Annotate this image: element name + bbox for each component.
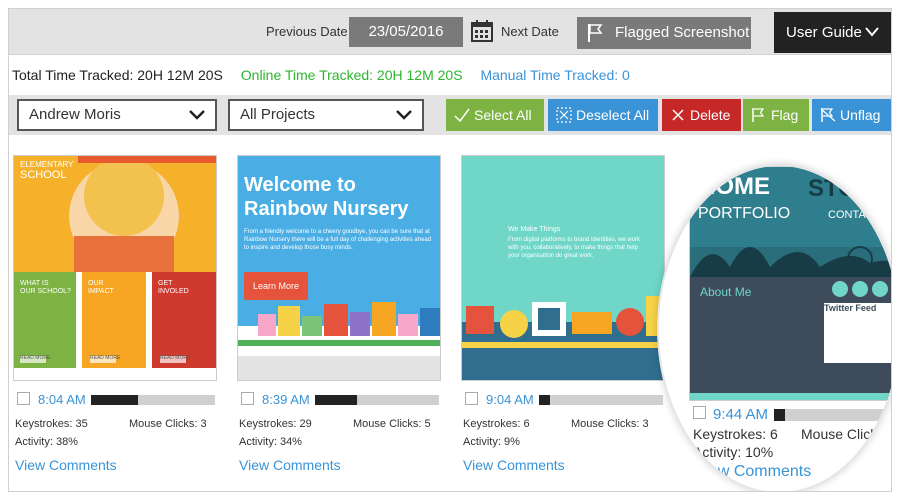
previous-date-link[interactable]: Previous Date — [266, 24, 348, 39]
activity-bar-fill — [539, 395, 551, 405]
keystrokes: Keystrokes: 6 — [463, 418, 530, 430]
screenshot-thumbnail[interactable]: ELEMENTARY SCHOOL WHAT IS OUR SCHOOL? OU… — [13, 155, 217, 381]
thumb-learn-more-button: Learn More — [244, 272, 308, 300]
mouse-clicks: Mouse Clicks: 3 — [129, 418, 207, 430]
screenshot-time: 9:04 AM — [486, 392, 534, 407]
thumb-brand2: SCHOOL — [20, 169, 67, 181]
activity-bar — [539, 395, 663, 405]
activity-bar-fill — [91, 395, 139, 405]
screenshot-thumbnail[interactable]: HOME STORE PORTFOLIO CONTACT About Me Tw… — [689, 166, 891, 401]
mouse-clicks: Mouse Clicks: 3 — [571, 418, 649, 430]
activity-percent: Activity: 10% — [693, 444, 774, 460]
deselect-all-label: Deselect All — [576, 107, 650, 123]
activity-bar — [91, 395, 215, 405]
screenshot-thumbnail[interactable]: We Make Things From digital platforms to… — [461, 155, 665, 381]
flag-icon — [752, 108, 765, 122]
chevron-down-icon — [189, 110, 205, 120]
user-guide-button[interactable]: User Guide — [774, 12, 891, 53]
thumb-store: STORE — [808, 175, 891, 202]
activity-bar — [315, 395, 439, 405]
filter-bar: Andrew Moris All Projects Select All Des… — [9, 95, 891, 135]
delete-button[interactable]: Delete — [662, 99, 741, 131]
screenshot-checkbox[interactable] — [241, 392, 254, 405]
activity-bar-fill — [774, 409, 786, 421]
mouse-clicks: Mouse Clicks: 4 — [801, 426, 892, 442]
user-guide-label: User Guide — [786, 24, 862, 41]
thumb-more-1: READ MORE — [20, 355, 51, 361]
screenshot-checkbox[interactable] — [465, 392, 478, 405]
date-field[interactable]: 23/05/2016 — [349, 17, 463, 47]
chevron-down-icon — [865, 27, 879, 37]
close-icon — [672, 109, 684, 121]
thumb-home: HOME — [698, 173, 770, 200]
calendar-icon[interactable] — [470, 19, 494, 43]
thumb-box2: OUR — [88, 280, 104, 287]
screenshot-thumbnail[interactable]: Welcome to Rainbow Nursery From a friend… — [237, 155, 441, 381]
online-time-tracked: Online Time Tracked: 20H 12M 20S — [240, 67, 463, 83]
activity-bar — [774, 409, 886, 421]
next-date-link[interactable]: Next Date — [501, 24, 559, 39]
manual-time-tracked: Manual Time Tracked: 0 — [480, 67, 630, 83]
chevron-down-icon — [396, 110, 412, 120]
thumb-title2: Rainbow Nursery — [244, 198, 409, 220]
thumb-title: We Make Things — [508, 226, 561, 233]
flag-icon — [588, 24, 603, 42]
unflag-label: Unflag — [840, 107, 881, 123]
screenshots-panel: Previous Date 23/05/2016 Next Date Flagg… — [8, 8, 892, 492]
view-comments-link[interactable]: View Comments — [239, 457, 341, 473]
thumb-box3: GET — [158, 280, 173, 287]
thumb-paragraph: From digital platforms to brand identiti… — [508, 237, 641, 259]
thumb-box1b: OUR SCHOOL? — [20, 288, 71, 295]
flagged-screenshot-button[interactable]: Flagged Screenshot — [577, 17, 751, 49]
mouse-clicks: Mouse Clicks: 5 — [353, 418, 431, 430]
flagged-screenshot-label: Flagged Screenshot — [615, 24, 750, 41]
activity-percent: Activity: 9% — [463, 436, 520, 448]
time-summary: Total Time Tracked: 20H 12M 20S Online T… — [12, 67, 644, 83]
flag-button[interactable]: Flag — [743, 99, 809, 131]
thumb-twitter: Twitter Feed — [824, 303, 877, 313]
select-all-button[interactable]: Select All — [446, 99, 544, 131]
thumb-more-2: READ MORE — [90, 355, 121, 361]
delete-label: Delete — [690, 107, 731, 123]
select-all-label: Select All — [474, 107, 532, 123]
thumb-brand: ELEMENTARY — [20, 160, 74, 169]
project-select-value: All Projects — [240, 106, 316, 123]
view-comments-link[interactable]: View Comments — [15, 457, 117, 473]
activity-percent: Activity: 34% — [239, 436, 302, 448]
total-time-tracked: Total Time Tracked: 20H 12M 20S — [12, 67, 223, 83]
project-select[interactable]: All Projects — [228, 99, 424, 131]
unflag-icon — [820, 108, 836, 122]
thumb-portfolio: PORTFOLIO — [698, 205, 791, 222]
thumb-title1: Welcome to — [244, 174, 356, 196]
view-comments-link[interactable]: View Comments — [695, 463, 811, 481]
top-bar: Previous Date 23/05/2016 Next Date Flagg… — [9, 9, 891, 55]
magnifier-lens: HOME STORE PORTFOLIO CONTACT About Me Tw… — [657, 164, 892, 491]
view-comments-link[interactable]: View Comments — [463, 457, 565, 473]
user-select-value: Andrew Moris — [29, 106, 121, 123]
unflag-button[interactable]: Unflag — [812, 99, 891, 131]
screenshot-time: 8:04 AM — [38, 392, 86, 407]
screenshot-checkbox[interactable] — [693, 406, 706, 419]
flag-label: Flag — [771, 107, 799, 123]
thumb-contact: CONTACT — [828, 209, 881, 221]
deselect-icon — [556, 107, 572, 123]
keystrokes: Keystrokes: 35 — [15, 418, 88, 430]
screenshot-time: 8:39 AM — [262, 392, 310, 407]
check-icon — [454, 108, 470, 123]
keystrokes: Keystrokes: 29 — [239, 418, 312, 430]
screenshot-checkbox[interactable] — [17, 392, 30, 405]
thumb-paragraph: From a friendly welcome to a cheery good… — [244, 229, 432, 251]
thumb-box3b: INVOLED — [158, 288, 189, 295]
thumb-more-3: READ MORE — [160, 355, 191, 361]
screenshot-time: 9:44 AM — [713, 406, 769, 423]
thumb-box1: WHAT IS — [20, 280, 49, 287]
deselect-all-button[interactable]: Deselect All — [548, 99, 658, 131]
keystrokes: Keystrokes: 6 — [693, 426, 778, 442]
thumb-box2b: IMPACT — [88, 288, 114, 295]
user-select[interactable]: Andrew Moris — [17, 99, 217, 131]
activity-percent: Activity: 38% — [15, 436, 78, 448]
activity-bar-fill — [315, 395, 358, 405]
thumb-about: About Me — [700, 285, 752, 299]
